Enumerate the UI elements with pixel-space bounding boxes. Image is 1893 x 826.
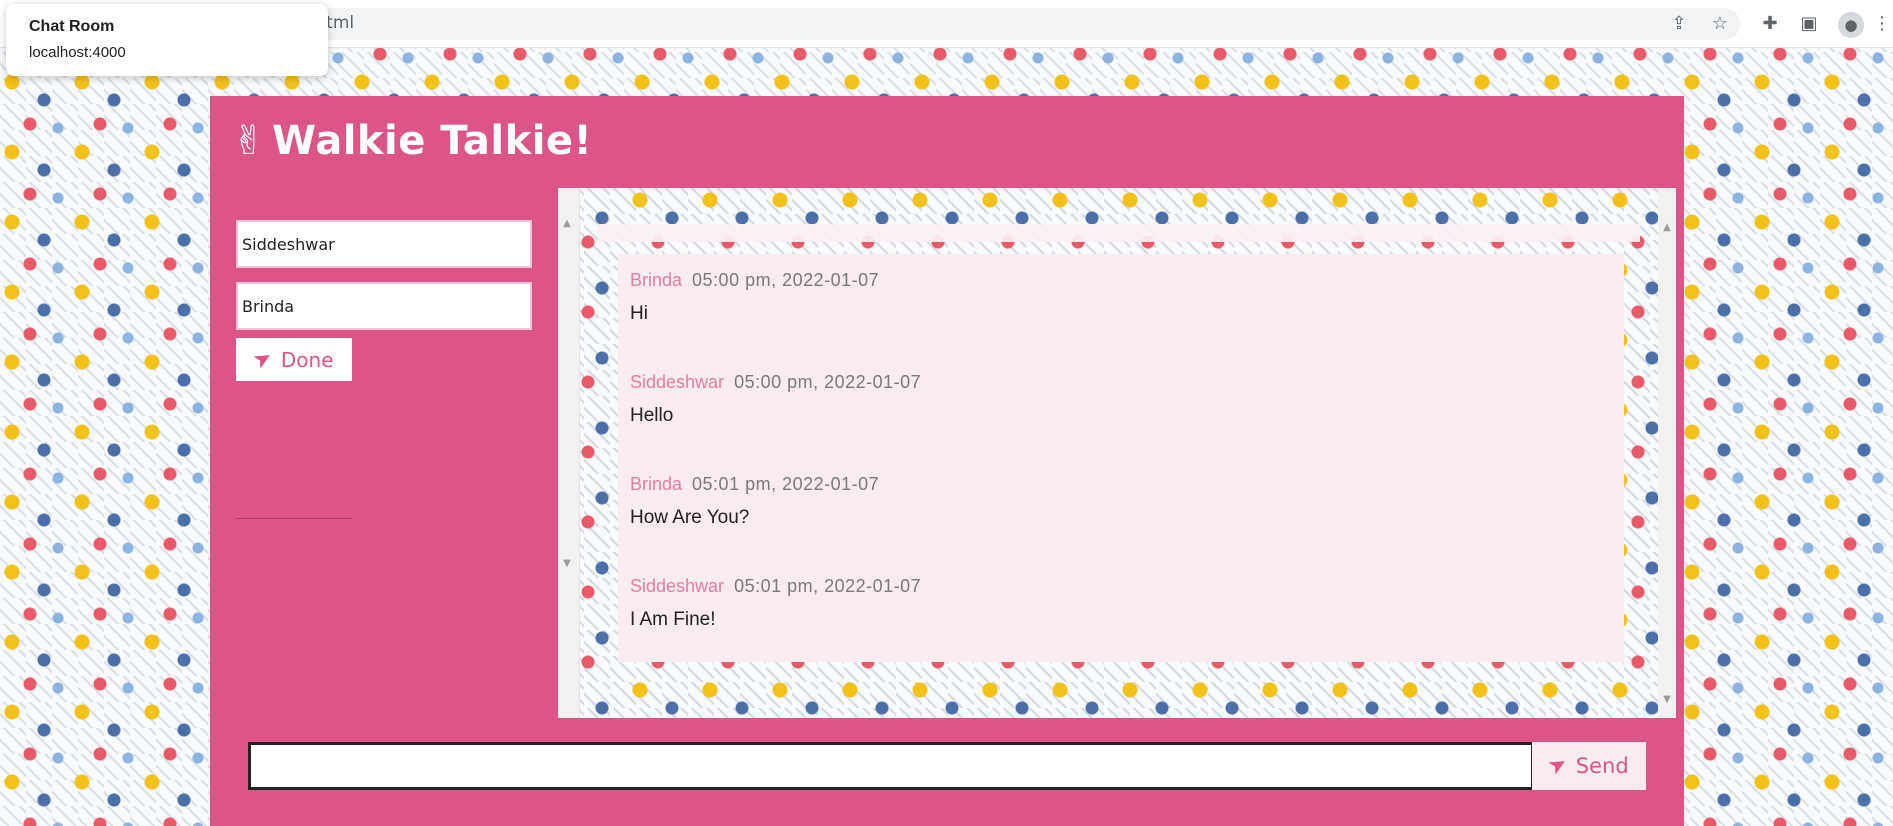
peace-hand-icon: ✌ — [232, 118, 267, 164]
send-button-label: Send — [1575, 754, 1629, 778]
message-text: I Am Fine! — [630, 609, 716, 630]
message-item: Brinda 05:01 pm, 2022-01-07 How Are You? — [618, 458, 1624, 560]
star-icon[interactable]: ☆ — [1708, 12, 1732, 36]
send-icon: ➤ — [249, 343, 278, 375]
message-time: 05:01 pm, 2022-01-07 — [692, 474, 880, 494]
extensions-icon[interactable]: ✚ — [1758, 12, 1782, 36]
message-time: 05:00 pm, 2022-01-07 — [734, 372, 922, 392]
share-icon[interactable]: ⇪ — [1667, 12, 1691, 36]
scroll-up-arrow-icon[interactable]: ▲ — [561, 218, 573, 229]
app-title: ✌ Walkie Talkie! — [232, 118, 592, 164]
message-sender: Siddeshwar — [630, 372, 725, 392]
message-item: Siddeshwar 05:01 pm, 2022-01-07 I Am Fin… — [618, 560, 1624, 662]
divider — [236, 518, 352, 519]
message-sender: Siddeshwar — [630, 576, 725, 596]
message-item: Brinda 05:00 pm, 2022-01-07 Hi — [618, 254, 1624, 356]
scroll-up-arrow-icon[interactable]: ▲ — [1661, 222, 1673, 233]
menu-icon[interactable]: ⋮ — [1870, 12, 1893, 36]
send-icon: ➤ — [1544, 750, 1573, 782]
message-item: Siddeshwar 05:00 pm, 2022-01-07 Hello — [618, 356, 1624, 458]
tooltip-url: localhost:4000 — [29, 44, 126, 61]
scroll-down-arrow-icon[interactable]: ▼ — [1661, 694, 1673, 705]
message-time: 05:01 pm, 2022-01-07 — [734, 576, 922, 596]
done-button-label: Done — [280, 347, 334, 372]
message-input[interactable] — [248, 742, 1534, 790]
sender-name-input[interactable] — [236, 220, 532, 268]
profile-icon[interactable]: ● — [1838, 12, 1864, 38]
left-scrollbar[interactable]: ▲ ▼ — [558, 188, 580, 718]
chat-top-band — [598, 224, 1640, 242]
tooltip-title: Chat Room — [29, 18, 115, 35]
message-text: How Are You? — [630, 507, 750, 528]
message-text: Hi — [630, 303, 648, 324]
side-panel-icon[interactable]: ▣ — [1797, 12, 1821, 36]
send-button[interactable]: ➤ Send — [1532, 742, 1646, 790]
right-scrollbar[interactable]: ▲ ▼ — [1658, 188, 1676, 718]
message-text: Hello — [630, 405, 674, 426]
message-sender: Brinda — [630, 270, 683, 290]
message-time: 05:00 pm, 2022-01-07 — [692, 270, 880, 290]
done-button[interactable]: ➤ Done — [236, 338, 352, 381]
address-bar[interactable] — [300, 8, 1740, 40]
tab-hover-card: Chat Room localhost:4000 — [6, 4, 328, 76]
chat-messages-panel[interactable]: ▲ ▼ Brinda 05:00 pm, 2022-01-07 Hi Sidde… — [558, 188, 1676, 718]
scroll-down-arrow-icon[interactable]: ▼ — [561, 558, 573, 569]
chat-app: ✌ Walkie Talkie! ➤ Done ▲ ▼ Brinda 05:00… — [210, 96, 1684, 826]
app-title-text: Walkie Talkie! — [272, 118, 593, 164]
message-sender: Brinda — [630, 474, 683, 494]
receiver-name-input[interactable] — [236, 282, 532, 330]
